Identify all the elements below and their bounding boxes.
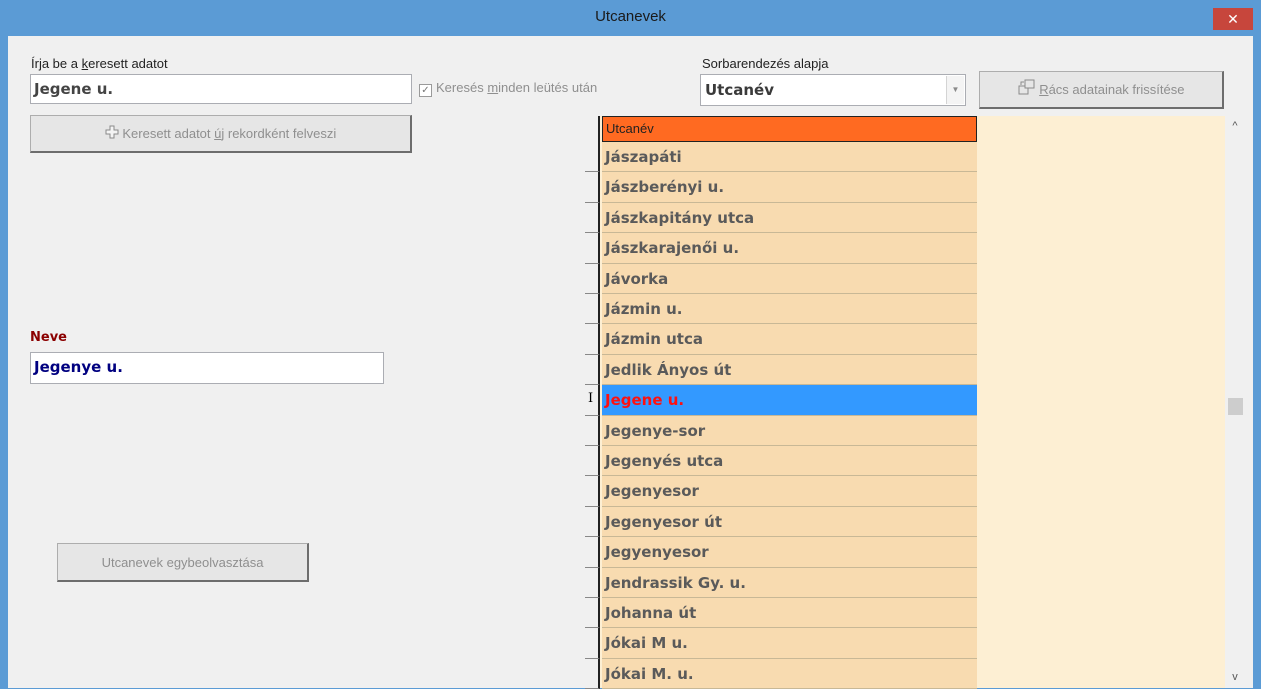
grid-row[interactable]: Jókai M u. [602, 628, 977, 659]
row-indicator-selected[interactable]: I [585, 385, 600, 416]
grid-row[interactable]: Jászkapitány utca [602, 202, 977, 234]
grid-row[interactable]: Jászberényi u. [602, 172, 977, 203]
row-indicator[interactable] [585, 567, 600, 598]
grid-row[interactable]: Jászapáti [602, 142, 977, 173]
close-icon: ✕ [1227, 11, 1239, 27]
name-label: Neve [30, 330, 67, 345]
grid-row[interactable]: Jázmin u. [602, 294, 977, 325]
refresh-grid-button[interactable]: Rács adatainak frissítése [979, 71, 1224, 109]
row-indicator[interactable] [585, 233, 600, 264]
scroll-up-icon[interactable]: ^ [1225, 120, 1245, 132]
grid-row[interactable]: Jegenyesor [602, 476, 977, 507]
name-input[interactable]: Jegenye u. [30, 352, 384, 384]
row-indicator[interactable] [585, 476, 600, 507]
chevron-down-icon[interactable]: ▼ [946, 76, 964, 104]
grid-row[interactable]: Johanna út [602, 598, 977, 629]
grid-row[interactable]: Jendrassik Gy. u. [602, 567, 977, 598]
scrollbar-thumb[interactable] [1228, 398, 1243, 415]
row-indicator[interactable] [585, 294, 600, 325]
row-indicator[interactable] [585, 537, 600, 568]
close-button[interactable]: ✕ [1213, 8, 1253, 30]
text-cursor-icon: I [588, 391, 594, 407]
grid-row[interactable]: Jegenyés utca [602, 446, 977, 477]
row-indicator-header [585, 116, 600, 144]
grid-row-selected[interactable]: Jegene u. [602, 385, 977, 416]
row-indicator[interactable] [585, 354, 600, 386]
merge-button[interactable]: Utcanevek egybeolvasztása [57, 543, 309, 582]
grid-row[interactable]: Jegenyesor út [602, 506, 977, 538]
refresh-grid-icon [1018, 73, 1036, 109]
row-indicator[interactable] [585, 446, 600, 477]
search-label: Írja be a keresett adatot [31, 56, 168, 71]
row-indicator[interactable] [585, 172, 600, 203]
grid-row[interactable]: Jegenye-sor [602, 415, 977, 446]
row-indicator[interactable] [585, 506, 600, 538]
search-each-keystroke-checkbox[interactable]: ✓ Keresés minden leütés után [419, 80, 597, 97]
street-grid[interactable]: Utcanév Jászapáti Jászberényi u. Jászkapitá… [585, 116, 1240, 689]
row-indicator[interactable] [585, 263, 600, 294]
search-input[interactable]: Jegene u. [30, 74, 412, 104]
row-indicator[interactable] [585, 598, 600, 629]
sort-select-value: Utcanév [705, 81, 774, 99]
grid-row[interactable]: Jedlik Ányos út [602, 354, 977, 386]
sort-label: Sorbarendezés alapja [702, 56, 829, 71]
sort-select[interactable]: Utcanév ▼ [700, 74, 966, 106]
grid-column-header[interactable]: Utcanév [602, 116, 977, 142]
row-indicator[interactable] [585, 658, 600, 689]
row-indicator[interactable] [585, 415, 600, 446]
scroll-down-icon[interactable]: v [1225, 671, 1245, 683]
grid-row[interactable]: Jegyenyesor [602, 537, 977, 568]
add-record-button[interactable]: Keresett adatot új rekordként felveszi [30, 115, 412, 153]
window-title: Utcanevek [595, 8, 666, 25]
grid-row[interactable]: Jávorka [602, 263, 977, 294]
grid-row[interactable]: Jászkarajenői u. [602, 233, 977, 264]
grid-row[interactable]: Jázmin utca [602, 324, 977, 355]
checkbox-check-icon: ✓ [419, 84, 432, 97]
vertical-scrollbar[interactable]: ^ v [1225, 116, 1245, 688]
plus-icon [105, 117, 119, 153]
title-bar: Utcanevek ✕ [0, 0, 1261, 36]
grid-row[interactable]: Jókai M. u. [602, 658, 977, 689]
row-indicator[interactable] [585, 202, 600, 234]
row-indicator[interactable] [585, 324, 600, 355]
row-indicator[interactable] [585, 628, 600, 659]
row-indicator[interactable] [585, 142, 600, 173]
